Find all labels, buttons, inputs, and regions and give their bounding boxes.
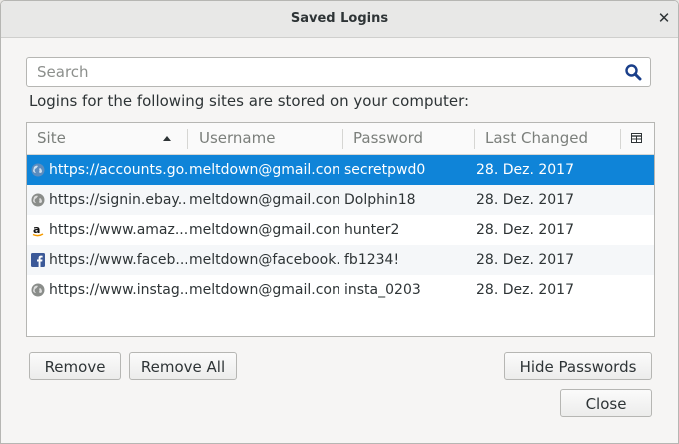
search-box[interactable] (26, 57, 651, 87)
remove-all-button[interactable]: Remove All (129, 352, 237, 380)
password-cell: fb1234! (344, 252, 400, 268)
password-cell: hunter2 (344, 222, 400, 238)
table-row[interactable]: https://www.instag... meltdown@gmail.com… (27, 275, 654, 305)
facebook-icon (31, 253, 45, 267)
title-bar: Saved Logins ✕ (1, 1, 678, 38)
site-cell: https://www.faceb... (49, 252, 187, 268)
username-cell: meltdown@gmail.com (189, 192, 339, 208)
column-divider[interactable] (342, 129, 343, 149)
search-icon[interactable] (624, 63, 642, 81)
sort-ascending-icon (163, 136, 171, 141)
hide-passwords-button[interactable]: Hide Passwords (504, 352, 652, 380)
password-cell: secretpwd0 (344, 162, 426, 178)
column-divider[interactable] (187, 129, 188, 149)
globe-icon (31, 163, 45, 177)
amazon-icon: a (32, 223, 44, 237)
site-cell: https://accounts.go... (49, 162, 187, 178)
column-picker-icon[interactable] (631, 133, 642, 143)
column-header-username[interactable]: Username (199, 123, 339, 154)
site-cell: https://signin.ebay.... (49, 192, 187, 208)
table-row[interactable]: https://signin.ebay.... meltdown@gmail.c… (27, 185, 654, 215)
window-title: Saved Logins (290, 11, 389, 26)
last-changed-cell: 28. Dez. 2017 (476, 192, 574, 208)
globe-icon (31, 283, 45, 297)
username-cell: meltdown@gmail.com (189, 222, 339, 238)
last-changed-cell: 28. Dez. 2017 (476, 222, 574, 238)
password-cell: insta_0203 (344, 282, 421, 298)
remove-button[interactable]: Remove (29, 352, 121, 380)
column-header-last-changed[interactable]: Last Changed (485, 123, 615, 154)
saved-logins-dialog: Saved Logins ✕ Logins for the following … (0, 0, 679, 444)
intro-label: Logins for the following sites are store… (29, 92, 470, 110)
username-cell: meltdown@gmail.com (189, 162, 339, 178)
username-cell: meltdown@facebook... (189, 252, 339, 268)
svg-text:a: a (33, 223, 40, 236)
search-input[interactable] (35, 61, 619, 83)
username-cell: meltdown@gmail.com (189, 282, 339, 298)
table-row[interactable]: a https://www.amaz... meltdown@gmail.com… (27, 215, 654, 245)
site-cell: https://www.amaz... (49, 222, 187, 238)
last-changed-cell: 28. Dez. 2017 (476, 282, 574, 298)
close-button[interactable]: Close (560, 389, 652, 417)
table-row[interactable]: https://accounts.go... meltdown@gmail.co… (27, 155, 654, 185)
column-header-password[interactable]: Password (353, 123, 473, 154)
globe-icon (31, 193, 45, 207)
logins-table: Site Username Password Last Changed http… (26, 122, 655, 337)
table-header: Site Username Password Last Changed (27, 123, 654, 155)
column-divider[interactable] (620, 129, 621, 149)
column-header-site[interactable]: Site (37, 123, 177, 154)
table-row[interactable]: https://www.faceb... meltdown@facebook..… (27, 245, 654, 275)
site-cell: https://www.instag... (49, 282, 187, 298)
close-window-icon[interactable]: ✕ (655, 9, 673, 27)
password-cell: Dolphin18 (344, 192, 416, 208)
last-changed-cell: 28. Dez. 2017 (476, 252, 574, 268)
dialog-content: Logins for the following sites are store… (1, 38, 678, 443)
column-divider[interactable] (474, 129, 475, 149)
last-changed-cell: 28. Dez. 2017 (476, 162, 574, 178)
